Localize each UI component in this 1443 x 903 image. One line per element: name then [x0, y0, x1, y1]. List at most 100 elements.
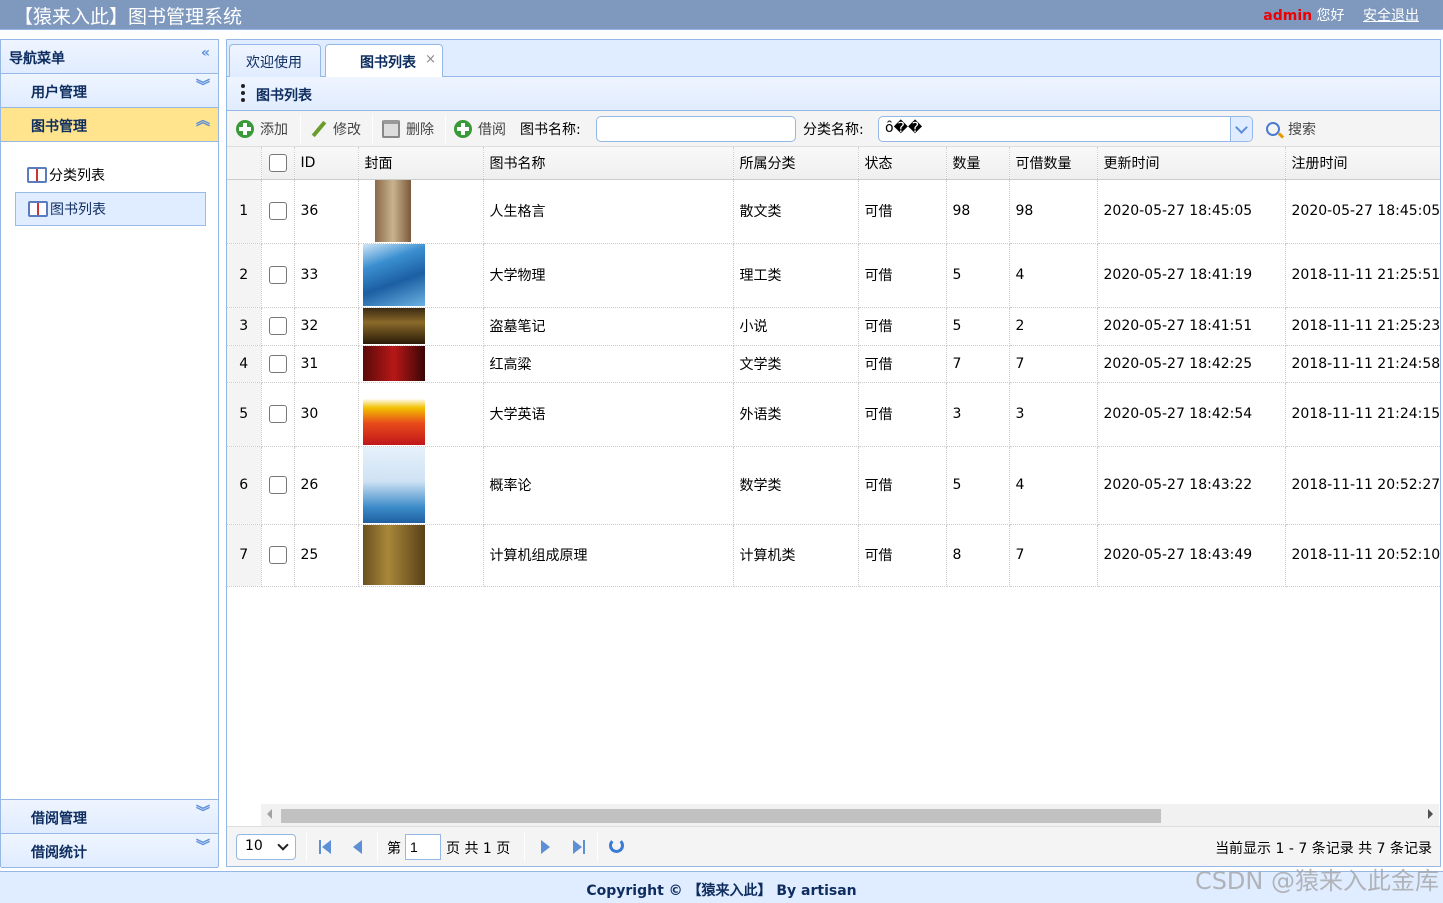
- row-checkbox[interactable]: [268, 546, 287, 564]
- tab-welcome[interactable]: 欢迎使用: [229, 44, 321, 77]
- cell-registered: 2018-11-11 21:24:15: [1285, 382, 1440, 447]
- cell-id: 30: [294, 382, 359, 447]
- cell-registered: 2018-11-11 21:25:23: [1285, 307, 1440, 346]
- cell-available: 4: [1009, 243, 1098, 308]
- column-header[interactable]: 更新时间: [1097, 147, 1286, 180]
- page-prefix: 第: [387, 841, 401, 857]
- refresh-icon[interactable]: [609, 838, 624, 853]
- cell-cover: [358, 307, 484, 346]
- collapse-sidebar-icon[interactable]: «: [201, 46, 210, 60]
- table-row[interactable]: 1 36 人生格言 散文类 可借 98 98 2020-05-27 18:45:05 2020-…: [227, 179, 1440, 244]
- scroll-right-icon[interactable]: [1428, 809, 1433, 819]
- row-checkbox[interactable]: [268, 405, 287, 423]
- horizontal-scrollbar[interactable]: [261, 804, 1439, 826]
- book-cover-image: [362, 346, 425, 381]
- sidebar-item-category-list[interactable]: 分类列表: [15, 158, 206, 192]
- borrow-button[interactable]: 借阅: [454, 117, 506, 141]
- close-icon[interactable]: ×: [425, 52, 436, 67]
- cell-name: 大学英语: [483, 382, 734, 447]
- cell-updated: 2020-05-27 18:42:54: [1097, 382, 1286, 447]
- column-header[interactable]: 状态: [858, 147, 947, 180]
- row-checkbox[interactable]: [268, 202, 287, 220]
- book-icon: [27, 167, 47, 183]
- delete-button[interactable]: 删除: [382, 117, 434, 141]
- last-page-icon: [573, 840, 582, 854]
- row-checkbox-cell: [261, 524, 295, 587]
- tab-book-list[interactable]: 图书列表 ×: [325, 44, 443, 78]
- table-row[interactable]: 6 26 概率论 数学类 可借 5 4 2020-05-27 18:43:22 2018-11-…: [227, 446, 1440, 525]
- column-header[interactable]: 图书名称: [483, 147, 734, 180]
- scroll-thumb[interactable]: [281, 809, 1161, 823]
- prev-page-icon: [353, 840, 362, 854]
- select-all-checkbox[interactable]: [268, 153, 287, 172]
- column-header[interactable]: 数量: [946, 147, 1010, 180]
- pagination-bar: 10 第 页 共 1 页 当前显示 1 - 7 条记录 共 7 条记录: [227, 826, 1440, 866]
- column-header[interactable]: 封面: [358, 147, 484, 180]
- category-select[interactable]: ȏ��: [878, 116, 1253, 142]
- column-header[interactable]: 可借数量: [1009, 147, 1098, 180]
- app-title: 【猿来入此】图书管理系统: [14, 6, 243, 28]
- page-number-input[interactable]: [405, 834, 441, 860]
- cell-available: 98: [1009, 179, 1098, 244]
- search-icon: [1266, 122, 1280, 136]
- prev-page-button[interactable]: [351, 839, 367, 855]
- cell-name: 计算机组成原理: [483, 524, 734, 587]
- category-value: ȏ��: [885, 120, 923, 136]
- cell-cover: [358, 524, 484, 587]
- next-page-button[interactable]: [539, 839, 555, 855]
- table-row[interactable]: 7 25 计算机组成原理 计算机类 可借 8 7 2020-05-27 18:43:49 201…: [227, 524, 1440, 587]
- row-number: 6: [227, 446, 262, 525]
- cell-updated: 2020-05-27 18:43:22: [1097, 446, 1286, 525]
- cell-updated: 2020-05-27 18:45:05: [1097, 179, 1286, 244]
- cell-id: 33: [294, 243, 359, 308]
- tab-label: 图书列表: [360, 55, 416, 71]
- book-name-input[interactable]: [596, 116, 796, 142]
- sidebar-group-book-management[interactable]: 图书管理 ︽: [1, 108, 218, 142]
- scroll-left-icon[interactable]: [267, 809, 272, 819]
- divider: [445, 115, 446, 143]
- tab-bar: 欢迎使用 图书列表 ×: [227, 40, 1440, 78]
- table-row[interactable]: 3 32 盗墓笔记 小说 可借 5 2 2020-05-27 18:41:51 2018-11-…: [227, 307, 1440, 346]
- last-page-button[interactable]: [571, 839, 587, 855]
- logout-link[interactable]: 安全退出: [1363, 8, 1419, 24]
- sidebar-group-borrow-statistics[interactable]: 借阅统计 ︾: [1, 834, 218, 868]
- cell-registered: 2018-11-11 20:52:27: [1285, 446, 1440, 525]
- cell-quantity: 3: [946, 382, 1010, 447]
- collapse-icon: ︽: [196, 113, 210, 129]
- book-cover-image: [362, 383, 425, 445]
- row-checkbox-cell: [261, 446, 295, 525]
- row-checkbox-cell: [261, 243, 295, 308]
- sidebar-group-borrow-management[interactable]: 借阅管理 ︾: [1, 800, 218, 834]
- row-number: 1: [227, 179, 262, 244]
- search-button[interactable]: 搜索: [1266, 117, 1316, 141]
- cell-updated: 2020-05-27 18:41:19: [1097, 243, 1286, 308]
- column-header[interactable]: 注册时间: [1285, 147, 1440, 180]
- cell-registered: 2018-11-11 21:24:58: [1285, 345, 1440, 383]
- copyright-text: Copyright © 【猿来入此】 By artisan: [586, 883, 857, 899]
- row-checkbox[interactable]: [268, 476, 287, 494]
- table-row[interactable]: 2 33 大学物理 理工类 可借 5 4 2020-05-27 18:41:19 2018-11…: [227, 243, 1440, 308]
- column-header[interactable]: ID: [294, 147, 359, 180]
- sidebar-items: 分类列表 图书列表: [1, 142, 218, 800]
- row-checkbox[interactable]: [268, 317, 287, 335]
- table-row[interactable]: 4 31 红高粱 文学类 可借 7 7 2020-05-27 18:42:25 2018-11-…: [227, 345, 1440, 383]
- row-checkbox[interactable]: [268, 266, 287, 284]
- panel-title: 图书列表: [227, 77, 1440, 111]
- cell-updated: 2020-05-27 18:41:51: [1097, 307, 1286, 346]
- page-size-select[interactable]: 10: [236, 834, 296, 860]
- row-number: 3: [227, 307, 262, 346]
- edit-button[interactable]: 修改: [309, 117, 361, 141]
- chevron-down-icon[interactable]: [1230, 117, 1252, 141]
- add-button[interactable]: 添加: [236, 117, 288, 141]
- page-size-value: 10: [245, 838, 263, 854]
- sidebar-title: 导航菜单: [9, 51, 65, 67]
- row-checkbox[interactable]: [268, 354, 287, 373]
- cell-registered: 2018-11-11 21:25:51: [1285, 243, 1440, 308]
- table-row[interactable]: 5 30 大学英语 外语类 可借 3 3 2020-05-27 18:42:54 2018-11…: [227, 382, 1440, 447]
- cell-category: 小说: [733, 307, 859, 346]
- sidebar-group-user-management[interactable]: 用户管理 ︾: [1, 74, 218, 108]
- first-page-button[interactable]: [319, 839, 335, 855]
- sidebar-item-book-list[interactable]: 图书列表: [15, 192, 206, 226]
- group-label: 图书管理: [31, 119, 87, 135]
- column-header[interactable]: 所属分类: [733, 147, 859, 180]
